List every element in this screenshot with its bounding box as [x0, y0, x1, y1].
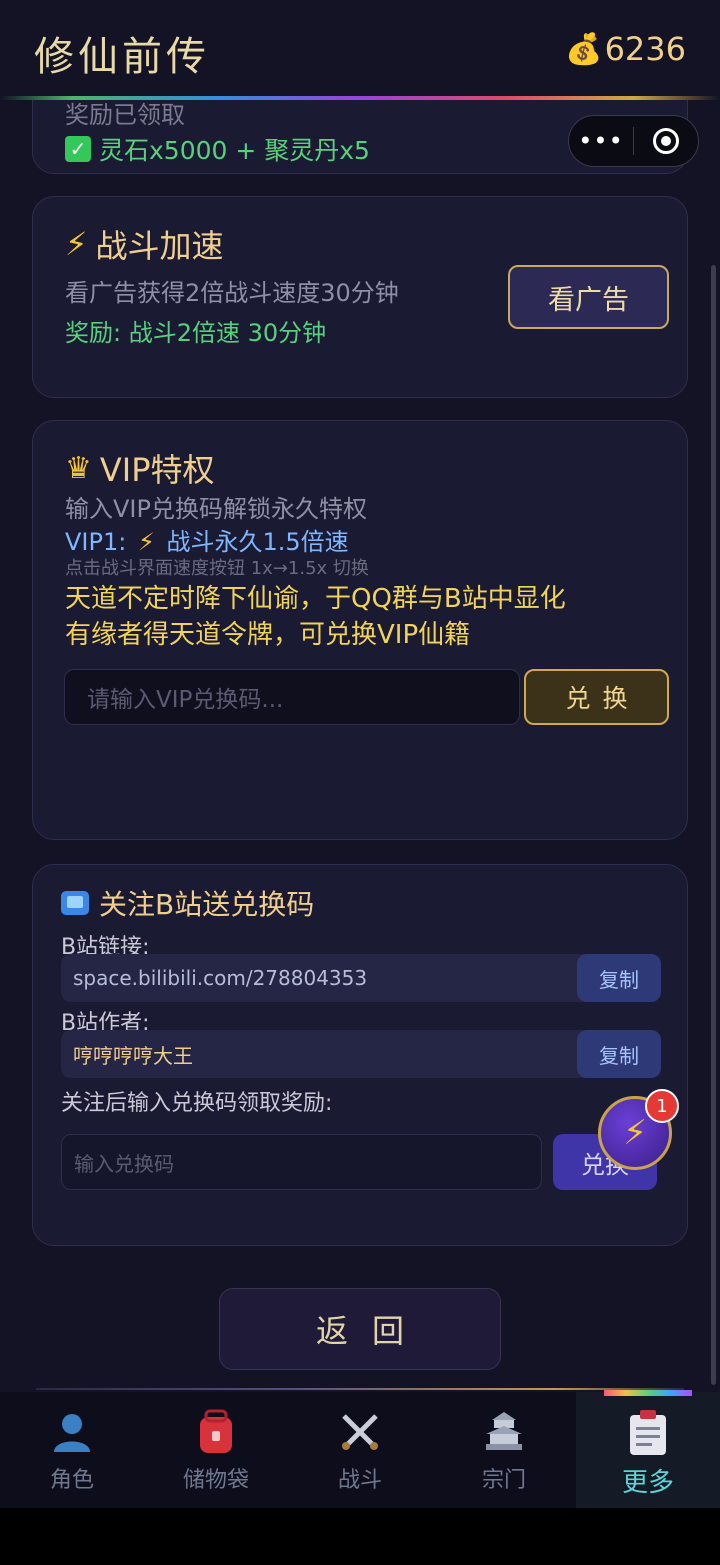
- lightning-icon: ⚡: [65, 225, 88, 263]
- nav-item-backpack[interactable]: 储物袋: [144, 1392, 288, 1508]
- close-miniprogram-button[interactable]: [634, 128, 698, 154]
- bili-redeem-label: 关注后输入兑换码领取奖励:: [61, 1091, 333, 1116]
- speed-card-title: ⚡ 战斗加速: [65, 221, 223, 267]
- bili-code-input[interactable]: 输入兑换码: [61, 1134, 542, 1190]
- bili-card-title: 关注B站送兑换码: [61, 883, 314, 923]
- vip-perk: VIP1: ⚡ 战斗永久1.5倍速: [65, 522, 349, 557]
- nav-item-battle[interactable]: 战斗: [288, 1392, 432, 1508]
- vip-card: ♛ VIP特权 输入VIP兑换码解锁永久特权 VIP1: ⚡ 战斗永久1.5倍速…: [32, 420, 688, 840]
- crown-icon: ♛: [65, 450, 92, 486]
- miniprogram-capsule: •••: [568, 115, 699, 167]
- reward-claimed-text: 奖励已领取: [65, 101, 185, 129]
- nav-divider: [36, 1388, 684, 1390]
- copy-link-button[interactable]: 复制: [577, 954, 661, 1002]
- watch-ad-button[interactable]: 看广告: [508, 265, 669, 329]
- bili-title-text: 关注B站送兑换码: [99, 888, 315, 921]
- check-icon: ✓: [65, 136, 91, 162]
- lightning-icon: ⚡: [137, 528, 155, 556]
- copy-author-button[interactable]: 复制: [577, 1030, 661, 1078]
- nav-item-character[interactable]: 角色: [0, 1392, 144, 1508]
- lightning-icon: ⚡: [623, 1113, 647, 1153]
- vip-hint: 点击战斗界面速度按钮 1x→1.5x 切换: [65, 558, 369, 579]
- app-title: 修仙前传: [34, 34, 210, 80]
- speed-boost-card: ⚡ 战斗加速 看广告获得2倍战斗速度30分钟 奖励: 战斗2倍速 30分钟 看广…: [32, 196, 688, 398]
- speed-reward: 奖励: 战斗2倍速 30分钟: [65, 319, 327, 347]
- coin-amount: 6236: [604, 30, 686, 68]
- vip-notice: 天道不定时降下仙谕，于QQ群与B站中显化 有缘者得天道令牌，可兑换VIP仙籍: [65, 581, 566, 653]
- vip-perk-prefix: VIP1:: [65, 528, 127, 556]
- vip-card-title: ♛ VIP特权: [65, 445, 215, 491]
- nav-label: 更多: [621, 1468, 674, 1498]
- speed-description: 看广告获得2倍战斗速度30分钟: [65, 279, 399, 307]
- nav-active-indicator: [604, 1390, 692, 1396]
- coin-counter: 💰 6236: [565, 30, 686, 68]
- more-options-button[interactable]: •••: [569, 127, 633, 155]
- nav-label: 战斗: [337, 1468, 382, 1493]
- app-screen: 修仙前传 💰 6236 ••• 奖励已领取 ✓ 灵石x5000 + 聚灵丹x5 …: [0, 0, 720, 1508]
- reward-items: ✓ 灵石x5000 + 聚灵丹x5: [65, 131, 370, 167]
- backpack-icon: [192, 1408, 240, 1456]
- bottom-nav: 角色 储物袋 战斗 宗门 更多: [0, 1392, 720, 1508]
- vip-notice-line: 天道不定时降下仙谕，于QQ群与B站中显化: [65, 584, 566, 614]
- vip-notice-line: 有缘者得天道令牌，可兑换VIP仙籍: [65, 620, 471, 650]
- clipboard-icon: [624, 1408, 672, 1456]
- bilibili-card: 关注B站送兑换码 B站链接: space.bilibili.com/278804…: [32, 864, 688, 1246]
- vip-title-text: VIP特权: [99, 451, 215, 489]
- reward-items-text: 灵石x5000 + 聚灵丹x5: [99, 136, 370, 165]
- header-divider: [0, 96, 720, 100]
- vip-redeem-button[interactable]: 兑换: [524, 669, 669, 725]
- nav-label: 储物袋: [182, 1468, 249, 1493]
- tv-icon: [61, 891, 89, 915]
- pagoda-icon: [480, 1408, 528, 1456]
- header: 修仙前传 💰 6236: [0, 0, 720, 100]
- nav-label: 宗门: [481, 1468, 526, 1493]
- character-icon: [48, 1408, 96, 1456]
- bili-link-value: space.bilibili.com/278804353: [73, 966, 368, 990]
- vip-perk-text: 战斗永久1.5倍速: [166, 528, 349, 556]
- back-button[interactable]: 返回: [219, 1288, 501, 1370]
- bili-author-value: 哼哼哼哼大王: [73, 1043, 193, 1068]
- speed-title-text: 战斗加速: [95, 227, 224, 265]
- bili-author-field: 哼哼哼哼大王 复制: [61, 1030, 661, 1078]
- system-gesture-area: [0, 1508, 720, 1565]
- nav-item-sect[interactable]: 宗门: [432, 1392, 576, 1508]
- bili-link-field: space.bilibili.com/278804353 复制: [61, 954, 661, 1002]
- target-icon: [652, 128, 679, 154]
- nav-label: 角色: [49, 1468, 94, 1493]
- vip-code-input[interactable]: 请输入VIP兑换码...: [64, 669, 520, 725]
- vip-description: 输入VIP兑换码解锁永久特权: [65, 495, 367, 523]
- scrollbar[interactable]: [711, 265, 716, 1385]
- nav-item-more[interactable]: 更多: [576, 1392, 720, 1508]
- notification-badge: 1: [645, 1089, 679, 1123]
- money-bag-icon: 💰: [565, 31, 603, 67]
- crossed-swords-icon: [336, 1408, 384, 1456]
